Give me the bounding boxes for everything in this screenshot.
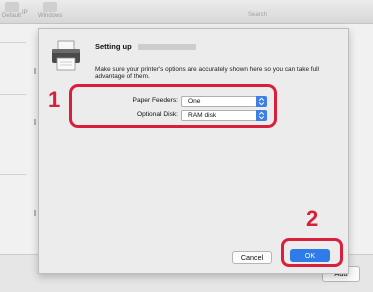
default-icon <box>4 2 19 12</box>
callout-options-highlight <box>69 84 277 128</box>
step-number-2: 2 <box>306 206 319 231</box>
step-number-1: 1 <box>48 87 61 112</box>
toolbar-windows-tab[interactable]: Windows <box>38 2 62 19</box>
callout-ok-highlight <box>281 238 343 267</box>
toolbar-search-label: Search <box>248 12 268 18</box>
printer-icon <box>52 40 80 71</box>
sheet-title: Setting up <box>95 42 196 51</box>
windows-icon <box>43 2 58 12</box>
cancel-button[interactable]: Cancel <box>232 251 272 264</box>
redacted-ip-address <box>137 44 196 51</box>
toolbar-default-tab[interactable]: Default <box>2 2 21 19</box>
toolbar-ip-tab[interactable]: IP <box>22 10 28 16</box>
sheet-description: Make sure your printer's options are acc… <box>95 66 319 81</box>
window-toolbar: Default IP Windows Search <box>0 0 373 24</box>
